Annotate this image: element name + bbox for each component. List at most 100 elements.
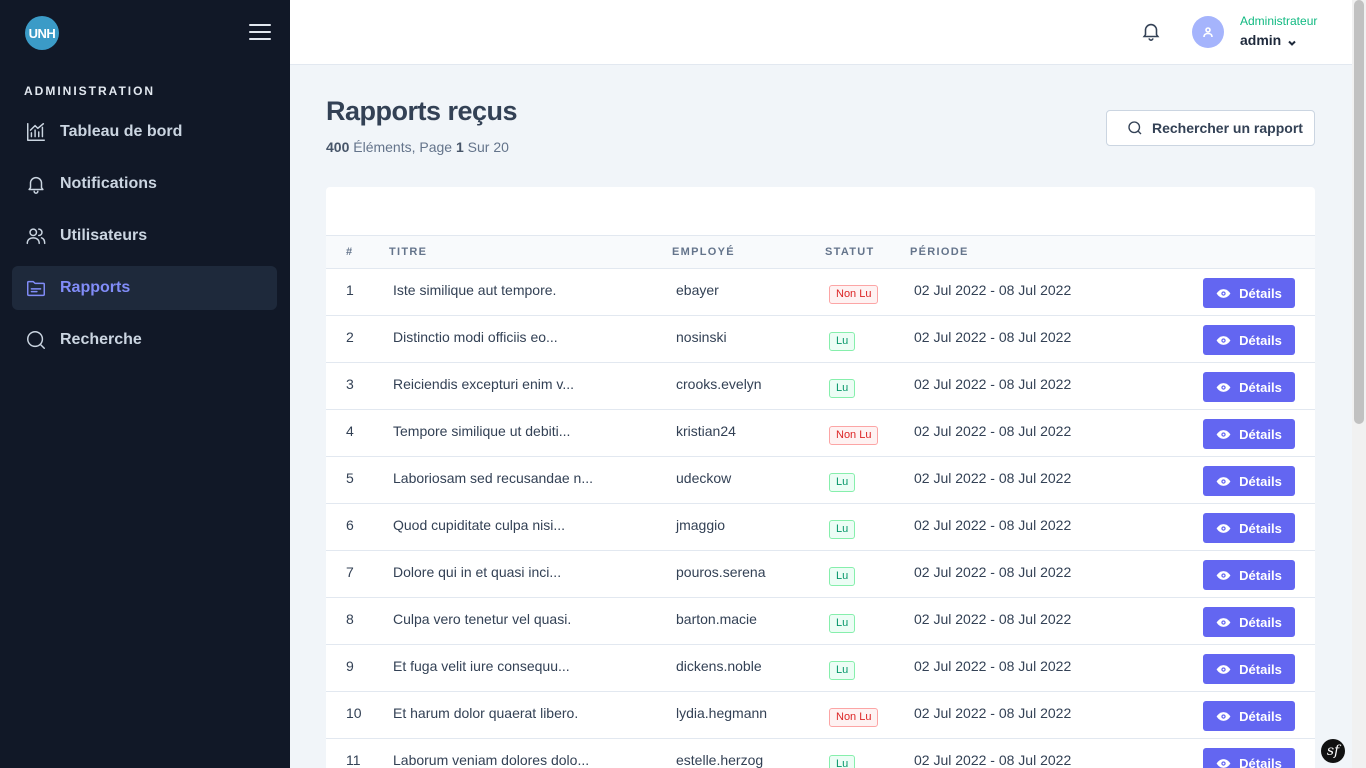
row-employee: nosinski	[676, 329, 727, 345]
search-report-label: Rechercher un rapport	[1152, 120, 1303, 136]
row-title: Culpa vero tenetur vel quasi.	[393, 611, 572, 627]
row-period: 02 Jul 2022 - 08 Jul 2022	[914, 658, 1072, 674]
status-badge: Lu	[829, 755, 856, 768]
details-button[interactable]: Détails	[1203, 654, 1295, 684]
row-title: Iste similique aut tempore.	[393, 282, 557, 298]
user-role: Administrateur	[1240, 14, 1318, 28]
folder-icon	[24, 276, 48, 300]
sidebar-item-reports[interactable]: Rapports	[12, 266, 277, 310]
row-employee: jmaggio	[676, 517, 726, 533]
details-button[interactable]: Détails	[1203, 419, 1295, 449]
bell-icon	[24, 172, 48, 196]
details-button[interactable]: Détails	[1203, 701, 1295, 731]
sidebar-item-label: Recherche	[60, 331, 142, 348]
status-badge: Lu	[829, 473, 856, 492]
symfony-toolbar-icon[interactable]: sf	[1321, 739, 1345, 763]
details-button[interactable]: Détails	[1203, 513, 1295, 543]
details-button[interactable]: Détails	[1203, 372, 1295, 402]
page-number: 1	[455, 139, 464, 155]
details-label: Détails	[1239, 426, 1282, 442]
table-row: 3 Reiciendis excepturi enim v... crooks.ev…	[326, 363, 1315, 410]
row-number: 10	[346, 705, 362, 721]
table-row: 5 Laboriosam sed recusandae n... udeckow Lu…	[326, 457, 1315, 504]
reports-table: # TITRE EMPLOYÉ STATUT PÉRIODE 1 Iste sim…	[326, 187, 1315, 768]
row-number: 2	[346, 329, 354, 345]
details-label: Détails	[1239, 567, 1282, 583]
status-badge: Lu	[829, 567, 856, 586]
row-number: 7	[346, 564, 354, 580]
table-row: 4 Tempore similique ut debiti... kristian2…	[326, 410, 1315, 457]
details-button[interactable]: Détails	[1203, 607, 1295, 637]
search-report-button[interactable]: Rechercher un rapport	[1106, 110, 1315, 146]
sidebar-item-label: Utilisateurs	[60, 227, 148, 244]
row-employee: lydia.hegmann	[676, 705, 768, 721]
row-title: Dolore qui in et quasi inci...	[393, 564, 562, 580]
row-title: Distinctio modi officiis eo...	[393, 329, 558, 345]
app-logo[interactable]: UNH	[25, 16, 59, 50]
table-row: 1 Iste similique aut tempore. ebayer Non Lu…	[326, 269, 1315, 316]
status-badge: Lu	[829, 379, 856, 398]
sidebar-nav: Tableau de bord Notifications Utilisateu…	[12, 110, 277, 370]
details-button[interactable]: Détails	[1203, 748, 1295, 768]
eye-icon	[1216, 476, 1231, 486]
chart-icon	[24, 120, 48, 144]
details-label: Détails	[1239, 661, 1282, 677]
row-period: 02 Jul 2022 - 08 Jul 2022	[914, 329, 1072, 345]
notifications-bell-icon[interactable]	[1140, 20, 1162, 44]
details-button[interactable]: Détails	[1203, 325, 1295, 355]
row-period: 02 Jul 2022 - 08 Jul 2022	[914, 282, 1072, 298]
row-title: Quod cupiditate culpa nisi...	[393, 517, 565, 533]
eye-icon	[1216, 382, 1231, 392]
eye-icon	[1216, 711, 1231, 721]
sidebar-section-label: ADMINISTRATION	[24, 84, 156, 98]
user-name: admin	[1240, 32, 1282, 48]
details-button[interactable]: Détails	[1203, 560, 1295, 590]
sidebar-item-notifications[interactable]: Notifications	[12, 162, 277, 206]
column-header-title: TITRE	[389, 246, 428, 258]
row-period: 02 Jul 2022 - 08 Jul 2022	[914, 611, 1072, 627]
items-count: 400	[326, 139, 350, 155]
row-title: Laborum veniam dolores dolo...	[393, 752, 590, 768]
row-number: 3	[346, 376, 354, 392]
table-row: 10 Et harum dolor quaerat libero. lydia.he…	[326, 692, 1315, 739]
row-number: 8	[346, 611, 354, 627]
row-period: 02 Jul 2022 - 08 Jul 2022	[914, 376, 1072, 392]
avatar[interactable]	[1192, 16, 1224, 48]
user-icon	[1203, 27, 1213, 38]
row-employee: pouros.serena	[676, 564, 766, 580]
chevron-down-icon	[1287, 35, 1297, 46]
sidebar-item-dashboard[interactable]: Tableau de bord	[12, 110, 277, 154]
status-badge: Lu	[829, 332, 856, 351]
row-employee: ebayer	[676, 282, 719, 298]
eye-icon	[1216, 758, 1231, 768]
status-badge: Lu	[829, 661, 856, 680]
sidebar-item-label: Tableau de bord	[60, 123, 183, 140]
sidebar-item-search[interactable]: Recherche	[12, 318, 277, 362]
row-number: 9	[346, 658, 354, 674]
row-employee: kristian24	[676, 423, 736, 439]
scrollbar-thumb[interactable]	[1354, 0, 1364, 424]
user-menu[interactable]: admin	[1240, 32, 1297, 48]
details-button[interactable]: Détails	[1203, 278, 1295, 308]
page-scrollbar[interactable]	[1352, 0, 1366, 768]
status-badge: Non Lu	[829, 285, 879, 304]
page-total: Sur 20	[463, 139, 509, 155]
row-number: 11	[346, 752, 361, 768]
row-period: 02 Jul 2022 - 08 Jul 2022	[914, 752, 1072, 768]
row-employee: crooks.evelyn	[676, 376, 762, 392]
sidebar-item-users[interactable]: Utilisateurs	[12, 214, 277, 258]
menu-toggle-icon[interactable]	[249, 24, 271, 42]
sidebar-item-label: Notifications	[60, 175, 157, 192]
row-employee: dickens.noble	[676, 658, 762, 674]
eye-icon	[1216, 617, 1231, 627]
eye-icon	[1216, 429, 1231, 439]
row-period: 02 Jul 2022 - 08 Jul 2022	[914, 470, 1072, 486]
row-number: 1	[346, 282, 354, 298]
row-period: 02 Jul 2022 - 08 Jul 2022	[914, 705, 1072, 721]
table-row: 6 Quod cupiditate culpa nisi... jmaggio Lu 0…	[326, 504, 1315, 551]
search-icon	[1128, 121, 1142, 135]
row-title: Laboriosam sed recusandae n...	[393, 470, 594, 486]
table-row: 2 Distinctio modi officiis eo... nosinski L…	[326, 316, 1315, 363]
row-title: Et fuga velit iure consequu...	[393, 658, 570, 674]
details-button[interactable]: Détails	[1203, 466, 1295, 496]
